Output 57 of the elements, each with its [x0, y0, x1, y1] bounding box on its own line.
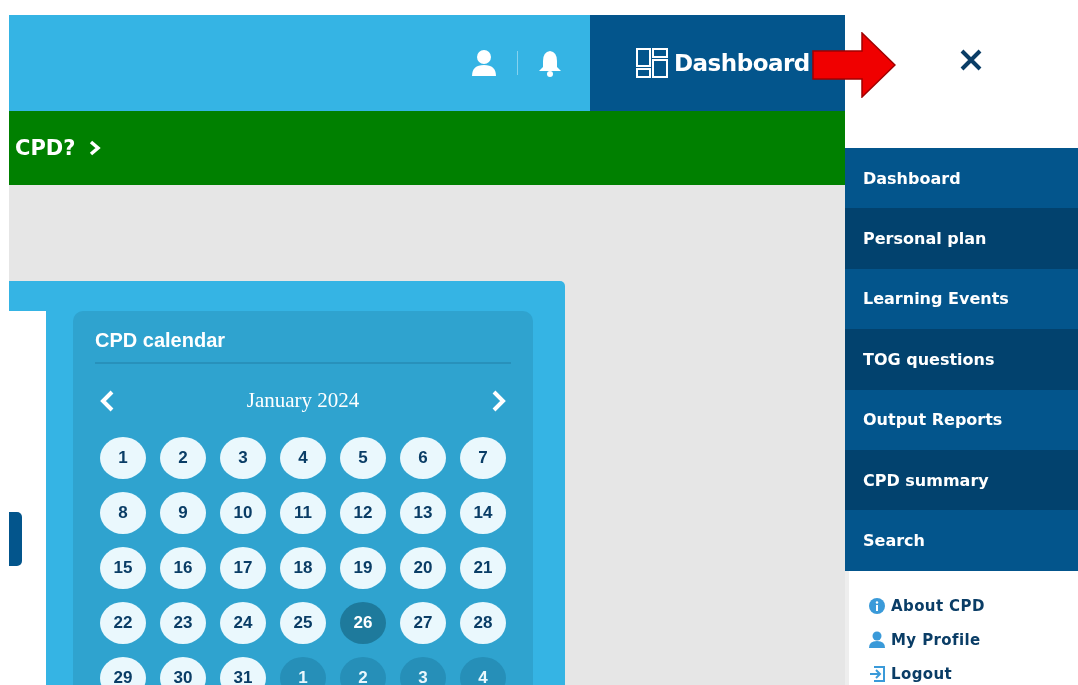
calendar-day[interactable]: 4 — [280, 437, 326, 479]
calendar-title: CPD calendar — [95, 329, 511, 364]
calendar-day[interactable]: 6 — [400, 437, 446, 479]
calendar-day[interactable]: 2 — [160, 437, 206, 479]
menu-item[interactable]: CPD summary — [845, 449, 1078, 511]
calendar-day[interactable]: 30 — [160, 657, 206, 685]
calendar-day[interactable]: 15 — [100, 547, 146, 589]
menu-item[interactable]: Personal plan — [845, 208, 1078, 269]
calendar-day[interactable]: 14 — [460, 492, 506, 534]
logout-icon — [869, 665, 885, 682]
person-icon — [869, 631, 885, 649]
calendar-day[interactable]: 12 — [340, 492, 386, 534]
calendar-day[interactable]: 1 — [100, 437, 146, 479]
calendar-day[interactable]: 5 — [340, 437, 386, 479]
chevron-right-icon[interactable] — [491, 388, 507, 413]
menu-link[interactable]: About CPD — [891, 596, 985, 615]
calendar-day[interactable]: 17 — [220, 547, 266, 589]
calendar-day[interactable]: 20 — [400, 547, 446, 589]
calendar-day[interactable]: 3 — [220, 437, 266, 479]
close-icon[interactable] — [958, 48, 983, 72]
calendar-day[interactable]: 19 — [340, 547, 386, 589]
menu-item[interactable]: TOG questions — [845, 329, 1078, 390]
menu-link[interactable]: My Profile — [891, 630, 981, 649]
layout-icon — [636, 48, 668, 78]
user-icon[interactable] — [471, 49, 497, 77]
menu-item[interactable]: Learning Events — [845, 268, 1078, 330]
calendar-day[interactable]: 10 — [220, 492, 266, 534]
calendar-day[interactable]: 21 — [460, 547, 506, 589]
dashboard-button[interactable]: Dashboard — [590, 15, 845, 111]
calendar-day[interactable]: 18 — [280, 547, 326, 589]
info-icon — [869, 597, 885, 614]
side-tab[interactable] — [9, 512, 22, 566]
calendar-day[interactable]: 9 — [160, 492, 206, 534]
arrow-icon — [812, 32, 896, 98]
calendar-day[interactable]: 23 — [160, 602, 206, 644]
calendar-day[interactable]: 24 — [220, 602, 266, 644]
menu-link[interactable]: Logout — [891, 664, 953, 683]
calendar-day[interactable]: 25 — [280, 602, 326, 644]
calendar-day[interactable]: 31 — [220, 657, 266, 685]
menu-item[interactable]: Dashboard — [845, 148, 1078, 209]
calendar-day[interactable]: 28 — [460, 602, 506, 644]
calendar-day[interactable]: 26 — [340, 602, 386, 644]
calendar-day[interactable]: 13 — [400, 492, 446, 534]
calendar-day[interactable]: 8 — [100, 492, 146, 534]
banner-link[interactable]: CPD? — [15, 136, 76, 160]
calendar-day[interactable]: 29 — [100, 657, 146, 685]
calendar-day[interactable]: 7 — [460, 437, 506, 479]
menu-item[interactable]: Search — [845, 510, 1078, 571]
chevron-left-icon[interactable] — [99, 388, 115, 413]
bell-icon[interactable] — [538, 49, 562, 77]
calendar-day[interactable]: 22 — [100, 602, 146, 644]
menu-item[interactable]: Output Reports — [845, 389, 1078, 450]
calendar-day[interactable]: 16 — [160, 547, 206, 589]
calendar-day[interactable]: 11 — [280, 492, 326, 534]
calendar-day[interactable]: 27 — [400, 602, 446, 644]
chevron-right-icon[interactable] — [89, 140, 102, 156]
month-label: January 2024 — [246, 388, 360, 413]
